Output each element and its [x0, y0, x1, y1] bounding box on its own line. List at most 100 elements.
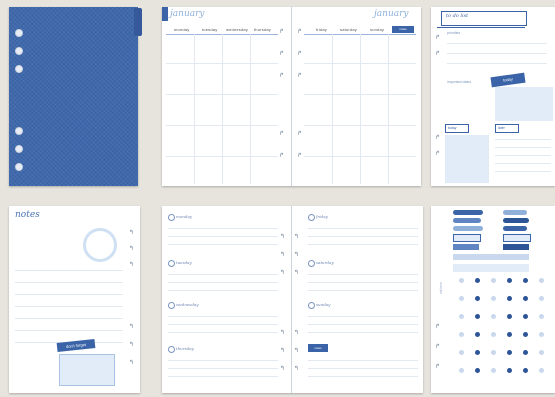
- ring-icon: ↰: [294, 270, 300, 276]
- sticker-dot: [491, 314, 496, 319]
- sticker-dot: [523, 332, 528, 337]
- checklist-label: priorities: [447, 31, 461, 35]
- line: [308, 244, 418, 245]
- sticker-dot: [491, 332, 496, 337]
- binder-hole-icon: [15, 65, 23, 73]
- month-tab: [162, 7, 168, 21]
- line: [308, 316, 418, 317]
- line: [15, 330, 123, 331]
- day-header: tuesday: [202, 27, 218, 32]
- ring-icon: ↱: [279, 153, 285, 159]
- checkbox-icon: [168, 302, 175, 309]
- ring-icon: ↱: [435, 35, 441, 41]
- sticker-dot: [491, 278, 496, 283]
- monthly-spread: january january monday tuesday wednesday…: [162, 7, 421, 186]
- day-header: friday: [316, 27, 327, 32]
- day-label: friday: [316, 214, 328, 219]
- line: [168, 316, 278, 317]
- day-label: wednesday: [176, 302, 199, 307]
- line: [308, 274, 418, 275]
- line: [495, 163, 551, 164]
- sticker-dot: [475, 332, 480, 337]
- checkbox-icon: [168, 214, 175, 221]
- binder-hole-icon: [15, 47, 23, 55]
- binder-hole-icon: [15, 127, 23, 135]
- tag-box: today: [445, 124, 469, 133]
- sticker-dot: [539, 296, 544, 301]
- checkbox-icon: [308, 302, 315, 309]
- sticker-dot: [539, 350, 544, 355]
- ring-icon: ↰: [280, 270, 286, 276]
- sticker-dot: [507, 350, 512, 355]
- sticker-dot: [491, 296, 496, 301]
- ring-icon: ↰: [294, 330, 300, 336]
- sticker-dot: [459, 278, 464, 283]
- checkbox-icon: [168, 260, 175, 267]
- line: [308, 228, 418, 229]
- day-label: tuesday: [176, 260, 192, 265]
- binder-hole-icon: [15, 145, 23, 153]
- day-label: sunday: [316, 302, 331, 307]
- ring-icon: ↱: [297, 73, 303, 79]
- line: [308, 376, 418, 377]
- grid-line: [194, 34, 195, 184]
- line: [168, 368, 278, 369]
- sticker-pill: [453, 226, 483, 231]
- line: [15, 318, 123, 319]
- ring-icon: ↱: [279, 131, 285, 137]
- sticker-dot: [475, 296, 480, 301]
- ring-icon: ↰: [280, 366, 286, 372]
- ring-icon: ↰: [129, 246, 135, 252]
- ring-icon: ↱: [435, 135, 441, 141]
- grid-line: [388, 34, 389, 184]
- ring-icon: ↰: [129, 324, 135, 330]
- ring-icon: ↰: [294, 366, 300, 372]
- line: [308, 282, 418, 283]
- tag-label: today: [448, 126, 457, 130]
- sticker-dot: [491, 368, 496, 373]
- ring-icon: ↱: [435, 324, 441, 330]
- sticker-dot: [523, 278, 528, 283]
- line: [168, 274, 278, 275]
- weekly-spread: monday tuesday wednesday thursday friday…: [162, 206, 423, 393]
- line: [168, 324, 278, 325]
- tag-label: later: [498, 126, 505, 130]
- line: [168, 290, 278, 291]
- sticker-dot: [459, 314, 464, 319]
- day-label: saturday: [316, 260, 334, 265]
- sticker-dot: [475, 278, 480, 283]
- sticker-dot: [539, 368, 544, 373]
- ring-icon: ↰: [280, 252, 286, 258]
- tag-box: later: [495, 124, 519, 133]
- sticker-dot: [459, 368, 464, 373]
- ring-icon: ↱: [435, 344, 441, 350]
- sticker-dot: [459, 332, 464, 337]
- grid-line: [360, 34, 361, 184]
- day-header: saturday: [340, 27, 357, 32]
- spread-gutter: [291, 7, 292, 186]
- day-label: monday: [176, 214, 192, 219]
- line: [308, 368, 418, 369]
- line: [15, 270, 123, 271]
- checkbox-icon: [168, 346, 175, 353]
- sticker-dot: [475, 350, 480, 355]
- title-rule: [437, 27, 525, 28]
- ring-icon: ↰: [280, 234, 286, 240]
- line: [168, 360, 278, 361]
- line: [447, 63, 547, 64]
- sticker-dot: [475, 368, 480, 373]
- sticker-dot: [523, 350, 528, 355]
- spread-gutter: [291, 206, 292, 393]
- ring-icon: ↰: [129, 230, 135, 236]
- line: [447, 43, 547, 44]
- ring-icon: ↰: [129, 342, 135, 348]
- ring-icon: ↰: [129, 262, 135, 268]
- sticker-dot: [507, 314, 512, 319]
- sticker-box: [453, 234, 481, 242]
- binder-hole-icon: [15, 29, 23, 37]
- line: [308, 324, 418, 325]
- sticker-dot: [491, 350, 496, 355]
- sticker-pill: [453, 218, 481, 223]
- ring-icon: ↱: [297, 51, 303, 57]
- notes-banner: notes: [308, 344, 328, 352]
